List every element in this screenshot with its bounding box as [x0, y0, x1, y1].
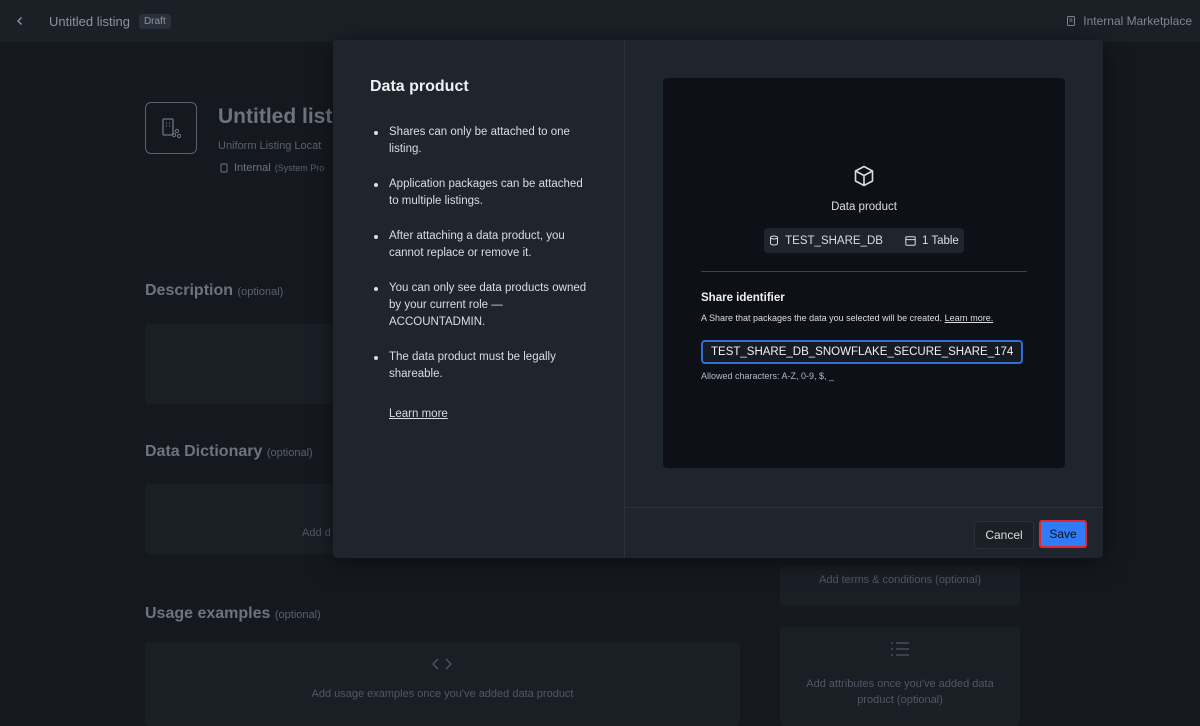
chevron-left-icon [17, 17, 22, 25]
cube-icon [854, 165, 874, 187]
footer-divider [624, 507, 1103, 508]
description-card [145, 324, 335, 404]
internal-label: Internal [234, 162, 271, 174]
table-icon [905, 235, 916, 246]
back-button[interactable] [7, 8, 33, 34]
dictionary-optional: (optional) [266, 447, 313, 459]
share-help-text: A Share that packages the data you selec… [701, 313, 943, 323]
draft-badge: Draft [138, 13, 171, 29]
system-profile-label: (System Pro [274, 163, 325, 173]
dictionary-card [145, 484, 335, 554]
dialog-info-panel: Data product Shares can only be attached… [333, 40, 625, 558]
database-name: TEST_SHARE_DB [785, 234, 883, 247]
list-icon [891, 642, 909, 656]
building-share-icon [162, 118, 182, 139]
data-product-chip: TEST_SHARE_DB 1 Table [764, 228, 964, 253]
internal-marketplace-label: Internal Marketplace [1083, 14, 1192, 28]
code-icon [432, 658, 452, 670]
listing-title: Untitled listing [49, 13, 130, 29]
allowed-characters-hint: Allowed characters: A-Z, 0-9, $, _ [701, 371, 835, 381]
rule-item: Application packages can be attached to … [370, 176, 590, 210]
listing-heading: Untitled listi [218, 105, 339, 128]
table-count: 1 Table [921, 234, 959, 247]
description-title: Description [145, 282, 234, 299]
internal-marketplace-link[interactable]: Internal Marketplace [1066, 14, 1192, 28]
usage-section-title: Usage examples (optional) [145, 605, 321, 623]
dictionary-title: Data Dictionary [145, 443, 263, 460]
listing-icon [145, 102, 197, 154]
save-button[interactable]: Save [1039, 520, 1087, 548]
description-section-title: Description (optional) [145, 282, 283, 300]
share-identifier-input[interactable] [701, 340, 1023, 364]
rule-item: You can only see data products owned by … [370, 280, 590, 331]
rules-list: Shares can only be attached to one listi… [370, 124, 590, 401]
database-icon [770, 235, 779, 246]
data-product-dialog: Data product Shares can only be attached… [333, 40, 1103, 558]
listing-visibility: Internal (System Pro [220, 162, 324, 174]
attributes-add-line1: Add attributes once you've added data [806, 678, 994, 690]
usage-add-text: Add usage examples once you've added dat… [311, 688, 574, 700]
rule-item: The data product must be legally shareab… [370, 349, 590, 383]
rule-item: Shares can only be attached to one listi… [370, 124, 590, 158]
top-bar: Untitled listing Draft Internal Marketpl… [0, 0, 1200, 42]
share-identifier-help: A Share that packages the data you selec… [701, 313, 1021, 324]
cancel-button[interactable]: Cancel [974, 521, 1034, 549]
internal-icon [220, 163, 228, 173]
dictionary-section-title: Data Dictionary (optional) [145, 443, 313, 461]
preview-divider [701, 271, 1027, 272]
data-product-label: Data product [831, 201, 897, 213]
terms-add-text: Add terms & conditions (optional) [818, 574, 982, 586]
usage-title: Usage examples [145, 605, 271, 622]
attributes-card: Add attributes once you've added data pr… [780, 627, 1020, 726]
listing-subtitle: Uniform Listing Locat [218, 140, 322, 152]
share-learn-more-link[interactable]: Learn more. [945, 313, 994, 323]
usage-optional: (optional) [274, 609, 321, 621]
rule-item: After attaching a data product, you cann… [370, 228, 590, 262]
terms-card: Add terms & conditions (optional) [780, 566, 1020, 606]
dictionary-add-text: Add d [302, 527, 331, 539]
attributes-add-line2: product (optional) [857, 694, 943, 706]
data-product-preview: Data product TEST_SHARE_DB 1 Table Share… [663, 78, 1065, 468]
share-identifier-label: Share identifier [701, 292, 785, 304]
marketplace-icon [1067, 16, 1076, 26]
learn-more-link[interactable]: Learn more [389, 408, 448, 420]
description-optional: (optional) [237, 286, 284, 298]
usage-card: Add usage examples once you've added dat… [145, 642, 740, 726]
dialog-title: Data product [370, 78, 469, 95]
